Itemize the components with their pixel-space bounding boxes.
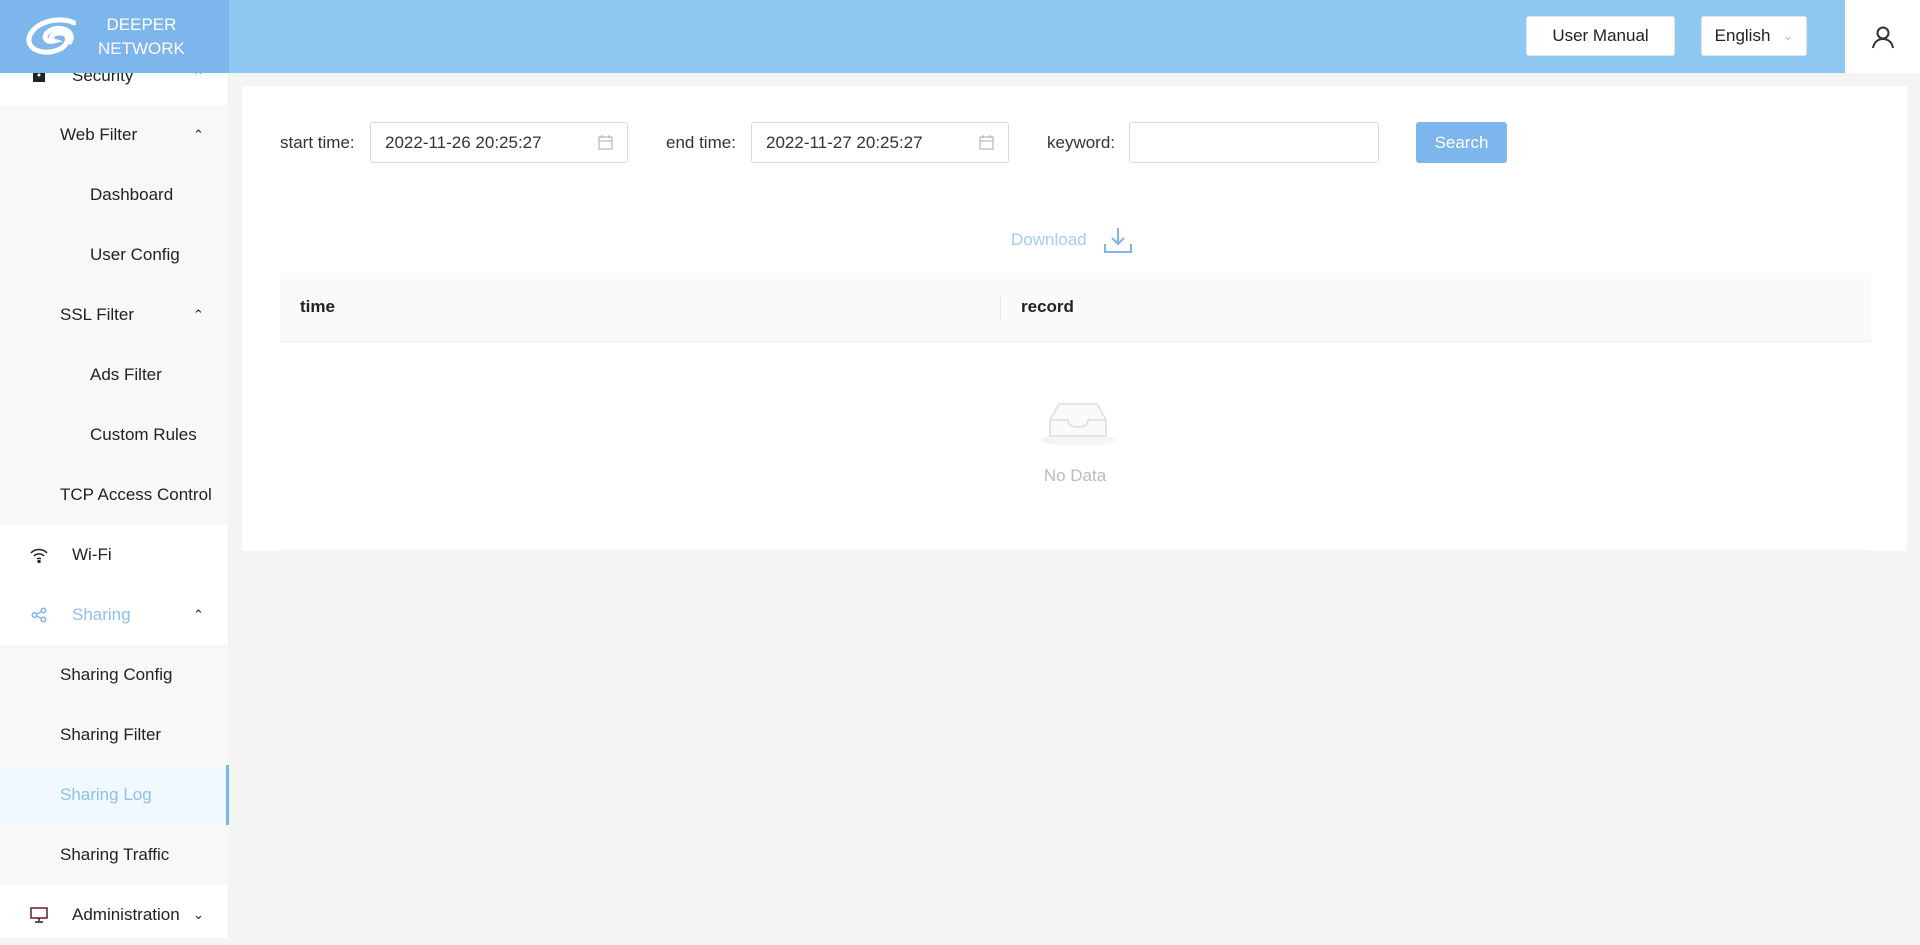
start-time-picker[interactable]: 2022-11-26 20:25:27: [370, 122, 628, 163]
user-icon: [1871, 26, 1894, 48]
table-header: time record: [280, 273, 1871, 342]
logo[interactable]: DEEPER NETWORK: [0, 0, 229, 73]
sidebar-item-label: Web Filter: [60, 125, 138, 144]
sidebar-item-wifi[interactable]: Wi-Fi: [0, 525, 229, 585]
sidebar-item-dashboard[interactable]: Dashboard: [0, 165, 229, 225]
start-time-value: 2022-11-26 20:25:27: [385, 132, 542, 152]
end-time-picker[interactable]: 2022-11-27 20:25:27: [751, 122, 1009, 163]
sidebar-item-label: TCP Access Control: [60, 485, 212, 504]
logo-swirl-icon: [26, 16, 76, 55]
logo-text: DEEPER NETWORK: [98, 14, 185, 58]
search-button[interactable]: Search: [1416, 122, 1507, 163]
sidebar-item-ads-filter[interactable]: Ads Filter: [0, 345, 229, 405]
sidebar-item-label: Sharing: [72, 605, 131, 624]
sidebar-item-label: Wi-Fi: [72, 545, 112, 564]
download-icon: [1103, 228, 1132, 253]
top-header: DEEPER NETWORK User Manual English ⌄: [0, 0, 1920, 73]
sidebar-item-tcp-access-control[interactable]: TCP Access Control: [0, 465, 229, 525]
table-bottom-border: [280, 550, 1871, 551]
end-time-label: end time:: [666, 133, 736, 152]
empty-text: No Data: [1043, 466, 1107, 485]
chevron-up-icon: ⌃: [193, 127, 204, 142]
download-label: Download: [1011, 230, 1087, 249]
sidebar-item-label: Dashboard: [90, 185, 174, 204]
column-divider: [1000, 295, 1001, 321]
keyword-label: keyword:: [1047, 133, 1116, 152]
keyword-input[interactable]: [1129, 122, 1379, 163]
chevron-down-icon: ⌄: [193, 907, 204, 922]
share-icon: [28, 607, 50, 623]
sidebar-item-web-filter[interactable]: Web Filter ⌃: [0, 105, 229, 165]
chevron-down-icon: ⌄: [1782, 28, 1794, 43]
sidebar-item-label: Ads Filter: [90, 365, 162, 384]
chevron-up-icon: ⌃: [193, 307, 204, 322]
calendar-icon: [598, 135, 613, 155]
column-time: time: [300, 297, 335, 316]
empty-inbox-icon: [1040, 398, 1116, 453]
sidebar-item-ssl-filter[interactable]: SSL Filter ⌃: [0, 285, 229, 345]
sidebar-item-user-config[interactable]: User Config: [0, 225, 229, 285]
sidebar-item-label: Custom Rules: [90, 425, 197, 444]
sidebar-item-label: Administration: [72, 905, 180, 924]
sidebar-item-sharing-config[interactable]: Sharing Config: [0, 645, 229, 705]
end-time-value: 2022-11-27 20:25:27: [766, 132, 923, 152]
sidebar-item-label: Sharing Config: [60, 665, 173, 684]
sidebar-item-administration[interactable]: Administration ⌄: [0, 885, 229, 945]
monitor-icon: [28, 907, 50, 923]
sidebar-item-label: SSL Filter: [60, 305, 135, 324]
language-value: English: [1714, 26, 1771, 45]
user-manual-button[interactable]: User Manual: [1526, 16, 1675, 56]
sidebar-item-custom-rules[interactable]: Custom Rules: [0, 405, 229, 465]
language-select[interactable]: English ⌄: [1701, 16, 1807, 56]
sidebar-item-label: Sharing Traffic: [60, 845, 170, 864]
sidebar-item-sharing-filter[interactable]: Sharing Filter: [0, 705, 229, 765]
sidebar-item-sharing[interactable]: Sharing ⌃: [0, 585, 229, 645]
sidebar-item-sharing-log[interactable]: Sharing Log: [0, 765, 229, 825]
start-time-label: start time:: [280, 133, 355, 152]
column-record: record: [1021, 297, 1074, 316]
sidebar-item-sharing-traffic[interactable]: Sharing Traffic: [0, 825, 229, 885]
download-button[interactable]: Download: [1011, 226, 1133, 254]
sidebar-item-label: Sharing Filter: [60, 725, 162, 744]
sidebar-item-label: User Config: [90, 245, 180, 264]
chevron-up-icon: ⌃: [193, 607, 204, 622]
user-account-button[interactable]: [1845, 0, 1920, 73]
calendar-icon: [979, 135, 994, 155]
sidebar: Security ⌃ Web Filter ⌃ Dashboard User Con…: [0, 0, 229, 938]
wifi-icon: [28, 547, 50, 563]
sidebar-item-label: Sharing Log: [60, 785, 152, 804]
